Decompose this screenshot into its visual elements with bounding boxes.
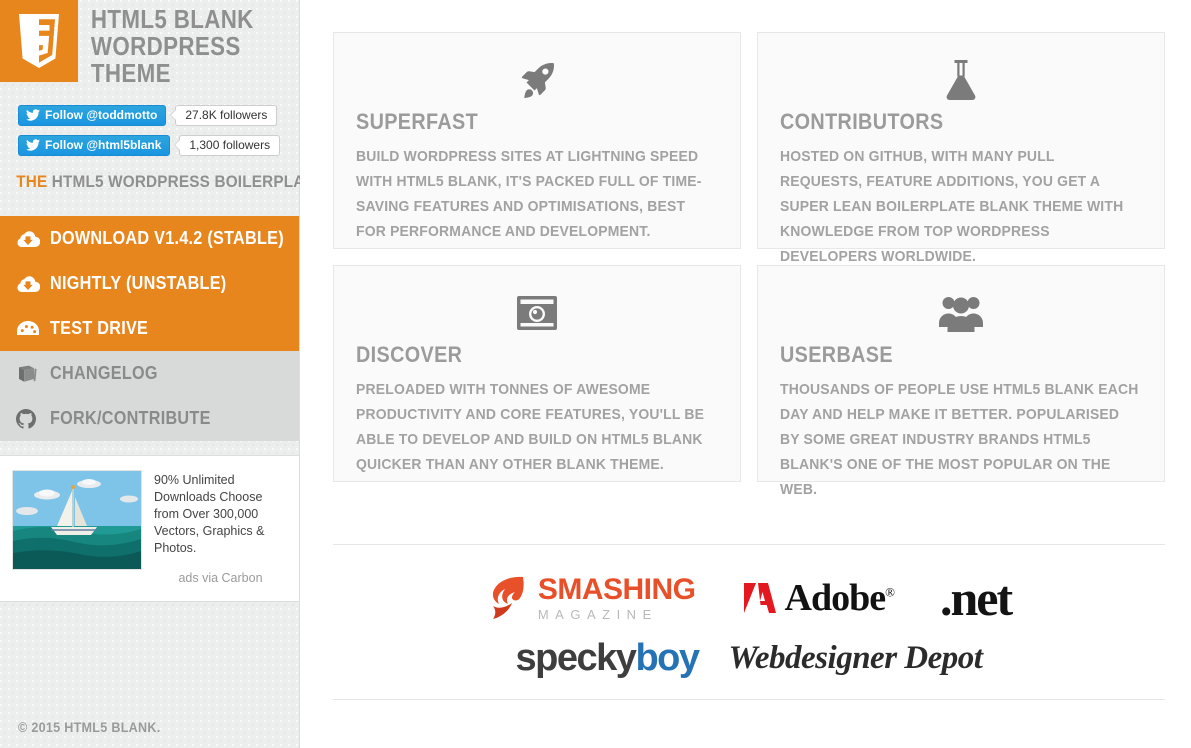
feature-card-discover-title: DISCOVER: [356, 342, 463, 367]
rocket-icon: [356, 51, 718, 109]
cloud-download-icon: [16, 275, 50, 293]
book-icon: [16, 365, 50, 383]
twitter-follow-row: Follow @toddmotto 27.8K followers: [18, 104, 299, 126]
adobe-registered-mark: ®: [885, 584, 895, 600]
smashing-name: SMASHING: [537, 573, 696, 606]
github-icon: [16, 408, 50, 429]
speckyboy-text-boy: boy: [635, 637, 700, 679]
feature-cards: SUPERFAST BUILD WORDPRESS SITES AT LIGHT…: [333, 32, 1165, 498]
feature-card-contributors: CONTRIBUTORS HOSTED ON GITHUB, WITH MANY…: [757, 32, 1165, 265]
flask-icon: [780, 51, 1142, 109]
feature-card-contributors-body: HOSTED ON GITHUB, WITH MANY PULL REQUEST…: [780, 148, 1124, 265]
twitter-follow-row: Follow @html5blank 1,300 followers: [18, 134, 299, 156]
twitter-follow-html5blank-label: Follow @html5blank: [45, 138, 162, 152]
adobe-logo[interactable]: Adobe®: [742, 576, 895, 620]
twitter-follow-html5blank-button[interactable]: Follow @html5blank: [18, 134, 171, 156]
feature-card-superfast-title: SUPERFAST: [356, 109, 479, 134]
smashing-magazine-wordmark: SMASHING MAGAZINE: [537, 573, 696, 622]
sidebar-nav: DOWNLOAD V1.4.2 (STABLE) NIGHTLY (UNSTAB…: [0, 216, 299, 441]
feature-card-superfast: SUPERFAST BUILD WORDPRESS SITES AT LIGHT…: [333, 32, 741, 249]
featured-logos: SMASHING MAGAZINE Adobe® .net speckyboy …: [333, 544, 1165, 700]
brand-title-line1: HTML5 BLANK: [90, 4, 254, 34]
html5-shield-icon[interactable]: [0, 0, 78, 82]
camera-icon: [356, 284, 718, 342]
tagline: THE HTML5 WORDPRESS BOILERPLATE THEME.: [0, 164, 386, 192]
dotnet-wordmark: .net: [940, 570, 1013, 626]
twitter-bird-icon: [26, 109, 40, 121]
sidebar-item-download[interactable]: DOWNLOAD V1.4.2 (STABLE): [0, 216, 299, 261]
sidebar-item-download-label: DOWNLOAD V1.4.2 (STABLE): [50, 228, 284, 248]
carbon-ad[interactable]: 90% Unlimited Downloads Choose from Over…: [0, 455, 299, 602]
speckyboy-text-specky: specky: [515, 637, 637, 679]
sidebar-item-test-drive-label: TEST DRIVE: [50, 318, 149, 338]
adobe-mark-icon: [743, 583, 776, 613]
ad-copy: 90% Unlimited Downloads Choose from Over…: [154, 470, 287, 585]
adobe-wordmark: Adobe®: [784, 576, 895, 620]
ad-provider-label[interactable]: ads via Carbon: [154, 571, 287, 585]
smashing-subtitle: MAGAZINE: [537, 607, 658, 622]
users-group-icon: [780, 284, 1142, 342]
sidebar-item-fork-contribute[interactable]: FORK/CONTRIBUTE: [0, 396, 299, 441]
tagline-accent: THE: [16, 172, 48, 191]
copyright-footer: © 2015 HTML5 BLANK.: [18, 719, 161, 735]
nav-group-secondary: CHANGELOG FORK/CONTRIBUTE: [0, 351, 299, 441]
page-root: HTML5 BLANK WORDPRESS THEME Follow @todd…: [0, 0, 1191, 748]
speckyboy-wordmark: speckyboy: [515, 637, 700, 679]
sidebar-item-fork-contribute-label: FORK/CONTRIBUTE: [50, 408, 211, 428]
brand-title-line2: WORDPRESS THEME: [90, 31, 241, 88]
sidebar-item-test-drive[interactable]: TEST DRIVE: [0, 306, 299, 351]
twitter-followers-toddmotto[interactable]: 27.8K followers: [170, 104, 278, 126]
feature-card-discover-body: PRELOADED WITH TONNES OF AWESOME PRODUCT…: [356, 381, 705, 473]
feature-card-userbase: USERBASE THOUSANDS OF PEOPLE USE HTML5 B…: [757, 265, 1165, 498]
webdesigner-depot-wordmark: Webdesigner Depot: [728, 639, 983, 676]
nav-group-primary: DOWNLOAD V1.4.2 (STABLE) NIGHTLY (UNSTAB…: [0, 216, 299, 351]
feature-card-superfast-body: BUILD WORDPRESS SITES AT LIGHTNING SPEED…: [356, 148, 702, 240]
sidebar-item-nightly-label: NIGHTLY (UNSTABLE): [50, 273, 227, 293]
social-follow-buttons: Follow @toddmotto 27.8K followers Follow…: [0, 82, 299, 156]
brand-header: HTML5 BLANK WORDPRESS THEME: [0, 0, 299, 87]
cloud-download-icon: [16, 230, 50, 248]
twitter-follow-toddmotto-label: Follow @toddmotto: [45, 108, 158, 122]
smashing-magazine-logo[interactable]: SMASHING MAGAZINE: [487, 575, 696, 621]
speckyboy-logo[interactable]: speckyboy: [515, 637, 700, 679]
dashboard-gauge-icon: [16, 320, 50, 337]
feature-card-discover: DISCOVER PRELOADED WITH TONNES OF AWESOM…: [333, 265, 741, 482]
adobe-text: Adobe: [784, 577, 887, 619]
ad-text: 90% Unlimited Downloads Choose from Over…: [154, 473, 265, 555]
logo-row-1: SMASHING MAGAZINE Adobe® .net: [333, 567, 1165, 629]
feature-card-userbase-body: THOUSANDS OF PEOPLE USE HTML5 BLANK EACH…: [780, 381, 1139, 498]
dotnet-logo[interactable]: .net: [940, 570, 1013, 626]
twitter-follow-toddmotto-button[interactable]: Follow @toddmotto: [18, 104, 167, 126]
feature-card-userbase-title: USERBASE: [780, 342, 893, 367]
webdesigner-depot-logo[interactable]: Webdesigner Depot: [728, 639, 983, 676]
sidebar: HTML5 BLANK WORDPRESS THEME Follow @todd…: [0, 0, 386, 748]
page-title: HTML5 BLANK WORDPRESS THEME: [78, 0, 268, 87]
twitter-followers-html5blank[interactable]: 1,300 followers: [174, 134, 281, 156]
feature-card-contributors-title: CONTRIBUTORS: [780, 109, 944, 134]
logo-row-2: speckyboy Webdesigner Depot: [333, 629, 1165, 687]
twitter-bird-icon: [26, 139, 40, 151]
smashing-mark-icon: [492, 576, 524, 619]
main-content: SUPERFAST BUILD WORDPRESS SITES AT LIGHT…: [300, 0, 1191, 748]
sidebar-item-nightly[interactable]: NIGHTLY (UNSTABLE): [0, 261, 299, 306]
sidebar-item-changelog-label: CHANGELOG: [50, 363, 158, 383]
logos-bottom-divider: [333, 699, 1165, 700]
sidebar-item-changelog[interactable]: CHANGELOG: [0, 351, 299, 396]
sailboat-illustration[interactable]: [12, 470, 142, 570]
